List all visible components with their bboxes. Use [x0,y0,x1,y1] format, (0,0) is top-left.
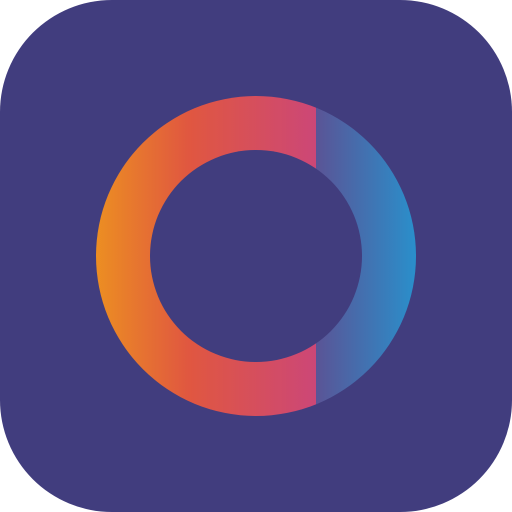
ring-logo-icon [0,0,512,512]
app-icon-graphic [0,0,512,512]
app-icon[interactable] [0,0,512,512]
